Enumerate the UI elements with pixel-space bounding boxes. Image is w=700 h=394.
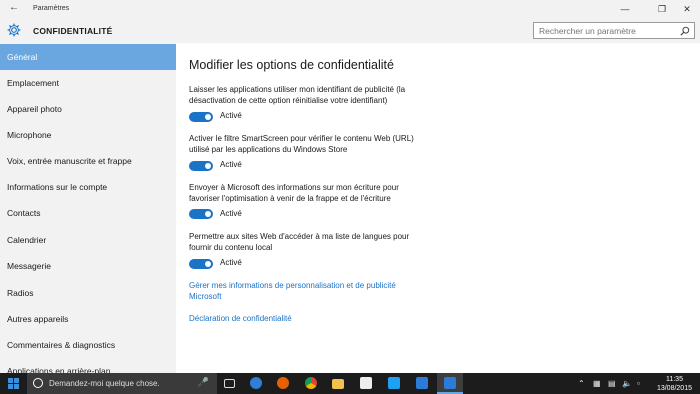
sidebar-item-other-devices[interactable]: Autres appareils	[0, 306, 176, 332]
option-description: Laisser les applications utiliser mon id…	[189, 85, 406, 105]
smartscreen-toggle[interactable]	[189, 161, 213, 171]
language-list-toggle[interactable]	[189, 259, 213, 269]
writing-info-toggle[interactable]	[189, 209, 213, 219]
chrome-icon[interactable]	[298, 373, 324, 394]
clock[interactable]: 11:35 13/08/2015	[657, 375, 692, 393]
microphone-icon[interactable]: 🎤	[198, 377, 209, 388]
sidebar-item-microphone[interactable]: Microphone	[0, 122, 176, 148]
task-view-icon[interactable]	[217, 373, 243, 394]
action-center-icon[interactable]: ▫	[637, 373, 640, 394]
store-icon[interactable]	[353, 373, 379, 394]
minimize-icon[interactable]: —	[610, 0, 640, 18]
clock-date: 13/08/2015	[656, 385, 692, 392]
chevron-up-icon[interactable]: ⌃	[578, 373, 585, 394]
windows-start-icon[interactable]	[0, 373, 27, 394]
gear-icon	[7, 23, 21, 37]
window-title: Paramètres	[33, 5, 70, 12]
volume-icon[interactable]: 🔈	[622, 373, 632, 394]
toggle-knob	[205, 163, 211, 169]
toggle-state-label: Activé	[220, 258, 242, 267]
taskbar: Demandez-moi quelque chose. 🎤 ⌃ ▦ ▤ 🔈 ▫ …	[0, 373, 700, 394]
sidebar-item-speech[interactable]: Voix, entrée manuscrite et frappe	[0, 148, 176, 174]
taskbar-search[interactable]: Demandez-moi quelque chose. 🎤	[27, 373, 217, 394]
back-arrow-icon[interactable]: ←	[9, 2, 19, 13]
cortana-icon	[33, 378, 43, 388]
toggle-knob	[205, 114, 211, 120]
sidebar-item-background-apps[interactable]: Applications en arrière-plan	[0, 358, 176, 373]
clock-time: 11:35	[665, 376, 683, 383]
sidebar: Général Emplacement Appareil photo Micro…	[0, 43, 176, 373]
sidebar-item-general[interactable]: Général	[0, 44, 176, 70]
toggle-knob	[205, 211, 211, 217]
settings-taskbar-icon[interactable]	[437, 373, 463, 394]
page-title: CONFIDENTIALITÉ	[33, 26, 113, 36]
sidebar-item-camera[interactable]: Appareil photo	[0, 96, 176, 122]
file-explorer-icon[interactable]	[325, 373, 351, 394]
notification-icon[interactable]: ▦	[593, 373, 601, 394]
settings-window: ← Paramètres — ❐ ✕ CONFIDENTIALITÉ Génér…	[0, 0, 700, 373]
main-content: Modifier les options de confidentialité …	[176, 43, 700, 373]
app-icon[interactable]	[409, 373, 435, 394]
title-bar: ← Paramètres — ❐ ✕	[0, 0, 700, 18]
sidebar-item-contacts[interactable]: Contacts	[0, 200, 176, 226]
advertising-id-toggle[interactable]	[189, 112, 213, 122]
toggle-knob	[205, 261, 211, 267]
option-description: Activer le filtre SmartScreen pour vérif…	[189, 134, 414, 154]
edge-icon[interactable]	[243, 373, 269, 394]
option-description: Envoyer à Microsoft des informations sur…	[189, 183, 399, 203]
sidebar-item-account-info[interactable]: Informations sur le compte	[0, 174, 176, 200]
toggle-state-label: Activé	[220, 111, 242, 120]
close-icon[interactable]: ✕	[672, 0, 700, 18]
section-heading: Modifier les options de confidentialité	[189, 58, 394, 72]
sidebar-item-location[interactable]: Emplacement	[0, 70, 176, 96]
sidebar-item-feedback[interactable]: Commentaires & diagnostics	[0, 332, 176, 358]
option-description: Permettre aux sites Web d'accéder à ma l…	[189, 232, 410, 252]
twitter-icon[interactable]	[381, 373, 407, 394]
sidebar-item-calendar[interactable]: Calendrier	[0, 227, 176, 253]
taskbar-search-text: Demandez-moi quelque chose.	[49, 379, 160, 388]
privacy-statement-link[interactable]: Déclaration de confidentialité	[189, 313, 419, 324]
search-box[interactable]	[533, 22, 695, 39]
network-icon[interactable]: ▤	[608, 373, 616, 394]
search-input[interactable]	[539, 25, 674, 36]
firefox-icon[interactable]	[270, 373, 296, 394]
sidebar-item-radios[interactable]: Radios	[0, 280, 176, 306]
toggle-state-label: Activé	[220, 209, 242, 218]
search-icon[interactable]	[680, 26, 690, 36]
toggle-state-label: Activé	[220, 160, 242, 169]
manage-ads-info-link[interactable]: Gérer mes informations de personnalisati…	[189, 280, 419, 302]
sidebar-item-messaging[interactable]: Messagerie	[0, 253, 176, 279]
